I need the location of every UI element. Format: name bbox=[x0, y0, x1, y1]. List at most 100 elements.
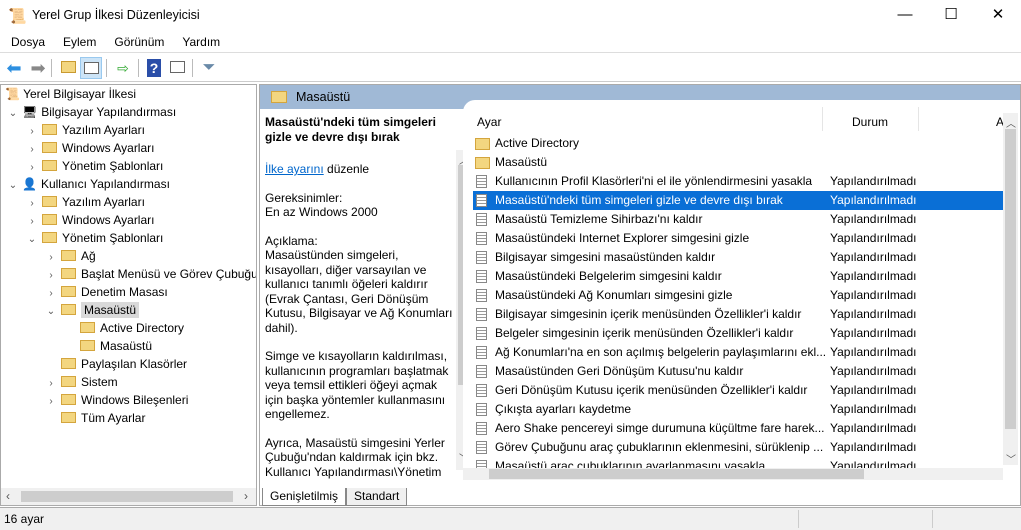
table-row[interactable]: Masaüstü'ndeki tüm simgeleri gizle ve de… bbox=[473, 191, 1003, 210]
row-name: Masaüstü bbox=[495, 155, 548, 169]
status-text: 16 ayar bbox=[4, 512, 45, 526]
forward-arrow-icon[interactable]: ➡ bbox=[27, 57, 49, 79]
description-p1: Masaüstünden simgeleri, kısayolları, diğ… bbox=[265, 248, 453, 335]
tree-item[interactable]: Active Directory bbox=[64, 319, 184, 337]
edit-policy-link[interactable]: İlke ayarını bbox=[265, 162, 324, 176]
tree-item[interactable]: › Sistem bbox=[45, 373, 118, 391]
table-row[interactable]: Masaüstündeki Internet Explorer simgesin… bbox=[473, 229, 1003, 248]
chevron-down-icon[interactable]: ⌄ bbox=[26, 231, 38, 249]
filter-icon[interactable]: ⏷ bbox=[198, 57, 220, 79]
tree-item-label: Sistem bbox=[81, 375, 118, 389]
row-state: Yapılandırılmadı bbox=[830, 402, 917, 416]
tree-root[interactable]: 📜 Yerel Bilgisayar İlkesi bbox=[5, 85, 136, 103]
tab-extended[interactable]: Genişletilmiş bbox=[262, 488, 347, 506]
list-horizontal-scrollbar[interactable] bbox=[463, 468, 1003, 480]
row-name: Masaüstü Temizleme Sihirbazı'nı kaldır bbox=[495, 212, 703, 226]
folder-row[interactable]: Active Directory bbox=[473, 134, 1003, 153]
table-row[interactable]: Bilgisayar simgesini masaüstünden kaldır… bbox=[473, 248, 1003, 267]
table-row[interactable]: Masaüstündeki Ağ Konumları simgesini giz… bbox=[473, 286, 1003, 305]
table-row[interactable]: Masaüstü Temizleme Sihirbazı'nı kaldır Ya… bbox=[473, 210, 1003, 229]
scroll-thumb[interactable] bbox=[489, 469, 864, 479]
folder-icon bbox=[61, 268, 76, 279]
row-name: Bilgisayar simgesini masaüstünden kaldır bbox=[495, 250, 716, 264]
policy-setting-icon bbox=[476, 289, 487, 302]
table-row[interactable]: Masaüstünden Geri Dönüşüm Kutusu'nu kald… bbox=[473, 362, 1003, 381]
table-row[interactable]: Geri Dönüşüm Kutusu içerik menüsünden Öz… bbox=[473, 381, 1003, 400]
chevron-down-icon[interactable]: ⌄ bbox=[45, 303, 57, 321]
folder-row[interactable]: Masaüstü bbox=[473, 153, 1003, 172]
tree-horizontal-scrollbar[interactable]: ‹ › bbox=[1, 488, 256, 505]
close-button[interactable]: ✕ bbox=[975, 0, 1021, 32]
tree-item[interactable]: Masaüstü bbox=[64, 337, 152, 355]
tree-item[interactable]: › Yönetim Şablonları bbox=[26, 157, 163, 175]
minimize-button[interactable]: — bbox=[882, 0, 928, 32]
folder-icon bbox=[61, 358, 76, 369]
up-folder-icon[interactable] bbox=[57, 57, 79, 79]
menu-eylem[interactable]: Eylem bbox=[52, 32, 103, 51]
tree-item[interactable]: Tüm Ayarlar bbox=[45, 409, 145, 427]
tree-item[interactable]: Paylaşılan Klasörler bbox=[45, 355, 187, 373]
tree-item[interactable]: ⌄ 👤 Kullanıcı Yapılandırması bbox=[7, 175, 170, 193]
app-icon: 📜 bbox=[8, 8, 27, 25]
table-row[interactable]: Bilgisayar simgesinin içerik menüsünden … bbox=[473, 305, 1003, 324]
policy-setting-icon bbox=[476, 308, 487, 321]
policy-setting-icon bbox=[476, 232, 487, 245]
tree-item[interactable]: › Denetim Masası bbox=[45, 283, 168, 301]
scroll-left-icon[interactable]: ‹ bbox=[6, 489, 10, 503]
table-row[interactable]: Kullanıcının Profil Klasörleri'ni el ile… bbox=[473, 172, 1003, 191]
scroll-thumb[interactable] bbox=[1005, 129, 1016, 429]
description-p2: Simge ve kısayolların kaldırılması, kull… bbox=[265, 349, 449, 421]
back-arrow-icon[interactable]: ⬅ bbox=[3, 57, 25, 79]
table-row[interactable]: Ağ Konumları'na en son açılmış belgeleri… bbox=[473, 343, 1003, 362]
row-name: Masaüstündeki Internet Explorer simgesin… bbox=[495, 231, 750, 245]
row-state: Yapılandırılmadı bbox=[830, 421, 917, 435]
row-state: Yapılandırılmadı bbox=[830, 212, 917, 226]
tree-item[interactable]: › Başlat Menüsü ve Görev Çubuğu bbox=[45, 265, 256, 283]
row-state: Yapılandırılmadı bbox=[830, 440, 917, 454]
scroll-thumb[interactable] bbox=[21, 491, 233, 502]
tree-item-label: Denetim Masası bbox=[81, 285, 168, 299]
tree-item[interactable]: › Windows Ayarları bbox=[26, 139, 154, 157]
column-header-durum[interactable]: Durum bbox=[852, 115, 888, 129]
chevron-down-icon[interactable]: ⌄ bbox=[7, 105, 19, 123]
table-row[interactable]: Aero Shake pencereyi simge durumuna küçü… bbox=[473, 419, 1003, 438]
tree-item[interactable]: ⌄ Masaüstü bbox=[45, 301, 140, 321]
tree-item[interactable]: › Windows Ayarları bbox=[26, 211, 154, 229]
description-label: Açıklama: bbox=[265, 233, 318, 248]
policy-scroll-icon: 📜 bbox=[5, 87, 20, 101]
tree-item[interactable]: › Yazılım Ayarları bbox=[26, 193, 145, 211]
table-row[interactable]: Belgeler simgesinin içerik menüsünden Öz… bbox=[473, 324, 1003, 343]
tree-item-label: Windows Ayarları bbox=[62, 213, 155, 227]
column-header-ayar[interactable]: Ayar bbox=[477, 115, 501, 129]
row-name: Kullanıcının Profil Klasörleri'ni el ile… bbox=[495, 174, 813, 188]
tree-item-label: Windows Ayarları bbox=[62, 141, 155, 155]
policy-setting-icon bbox=[476, 422, 487, 435]
folder-icon bbox=[80, 322, 95, 333]
table-row[interactable]: Masaüstündeki Belgelerim simgesini kaldı… bbox=[473, 267, 1003, 286]
status-bar: 16 ayar bbox=[0, 507, 1021, 530]
table-row[interactable]: Çıkışta ayarları kaydetme Yapılandırılmad… bbox=[473, 400, 1003, 419]
export-list-icon[interactable]: ⇨ bbox=[112, 57, 134, 79]
tree-item[interactable]: ⌄ 🖥 Bilgisayar Yapılandırması bbox=[7, 103, 176, 121]
header-title: Masaüstü bbox=[296, 90, 351, 104]
policy-setting-icon bbox=[476, 403, 487, 416]
tree-item[interactable]: › Windows Bileşenleri bbox=[45, 391, 188, 409]
tree-item[interactable]: › Ağ bbox=[45, 247, 95, 265]
menu-yardim[interactable]: Yardım bbox=[171, 32, 227, 51]
maximize-button[interactable]: ☐ bbox=[928, 0, 974, 32]
help-icon[interactable]: ? bbox=[143, 57, 165, 79]
table-row[interactable]: Görev Çubuğunu araç çubuklarının eklenme… bbox=[473, 438, 1003, 457]
list-vertical-scrollbar[interactable]: ︿ ﹀ bbox=[1003, 113, 1018, 466]
tree-item[interactable]: › Yazılım Ayarları bbox=[26, 121, 145, 139]
menu-dosya[interactable]: Dosya bbox=[0, 32, 52, 51]
show-action-pane-icon[interactable] bbox=[166, 57, 188, 79]
tree-item[interactable]: ⌄ Yönetim Şablonları bbox=[26, 229, 164, 249]
show-hide-tree-icon[interactable] bbox=[80, 57, 102, 79]
scroll-right-icon[interactable]: › bbox=[244, 489, 248, 503]
tab-standard[interactable]: Standart bbox=[346, 488, 408, 506]
row-state: Yapılandırılmadı bbox=[830, 231, 917, 245]
menu-gorunum[interactable]: Görünüm bbox=[103, 32, 171, 51]
tree-pane: 📜 Yerel Bilgisayar İlkesi ⌄ 🖥 Bilgisayar Y… bbox=[0, 84, 257, 506]
policy-setting-icon bbox=[476, 270, 487, 283]
chevron-down-icon[interactable]: ⌄ bbox=[7, 177, 19, 195]
